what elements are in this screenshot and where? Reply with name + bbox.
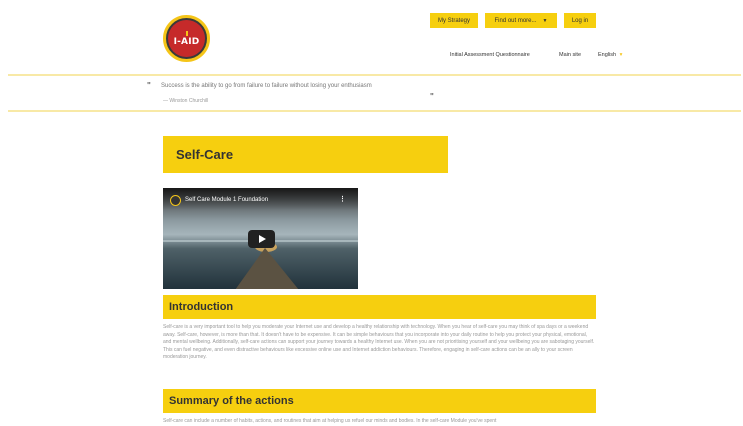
- summary-text: Self-care can include a number of habits…: [163, 418, 497, 424]
- nav-questionnaire-label: Initial Assessment Questionnaire: [450, 52, 530, 58]
- login-label: Log in: [571, 17, 589, 24]
- more-options-icon[interactable]: ⋮: [339, 195, 346, 203]
- find-out-more-dropdown[interactable]: Find out more... ▼: [485, 13, 557, 28]
- logo-mark: [185, 30, 188, 36]
- my-strategy-label: My Strategy: [437, 17, 470, 24]
- nav-main-site-link[interactable]: Main site: [559, 52, 581, 58]
- video-title[interactable]: Self Care Module 1 Foundation: [185, 197, 268, 203]
- page-title: Self-Care: [176, 147, 234, 162]
- page-title-box: Self-Care: [163, 136, 448, 173]
- nav-main-site-label: Main site: [559, 52, 582, 58]
- introduction-heading: Introduction: [169, 301, 234, 313]
- quote-banner: [8, 74, 741, 112]
- chevron-down-icon: ▾: [619, 52, 623, 58]
- video-rock: [235, 248, 299, 289]
- language-label: English: [598, 52, 617, 58]
- login-button[interactable]: Log in: [564, 13, 596, 28]
- channel-avatar[interactable]: [170, 195, 181, 206]
- my-strategy-button[interactable]: My Strategy: [430, 13, 478, 28]
- language-selector[interactable]: English ▾: [598, 52, 622, 58]
- play-button[interactable]: [248, 230, 275, 248]
- play-icon: [259, 235, 266, 243]
- quote-text: Success is the ability to go from failur…: [161, 83, 372, 89]
- summary-heading: Summary of the actions: [169, 395, 294, 407]
- open-quote-icon: ": [147, 81, 151, 90]
- site-logo[interactable]: I-AID: [163, 15, 210, 62]
- close-quote-icon: ": [430, 92, 434, 101]
- find-out-more-label: Find out more...: [494, 17, 537, 24]
- quote-author: — Winston Churchill: [163, 98, 209, 104]
- logo-text: I-AID: [173, 36, 200, 47]
- introduction-text: Self-care is a very important tool to he…: [163, 324, 595, 360]
- video-player[interactable]: Self Care Module 1 Foundation ⋮: [163, 188, 358, 289]
- chevron-down-icon: ▼: [542, 17, 548, 24]
- nav-questionnaire-link[interactable]: Initial Assessment Questionnaire: [450, 52, 530, 58]
- logo-badge: I-AID: [168, 20, 205, 57]
- summary-heading-box: Summary of the actions: [163, 389, 596, 413]
- introduction-heading-box: Introduction: [163, 295, 596, 319]
